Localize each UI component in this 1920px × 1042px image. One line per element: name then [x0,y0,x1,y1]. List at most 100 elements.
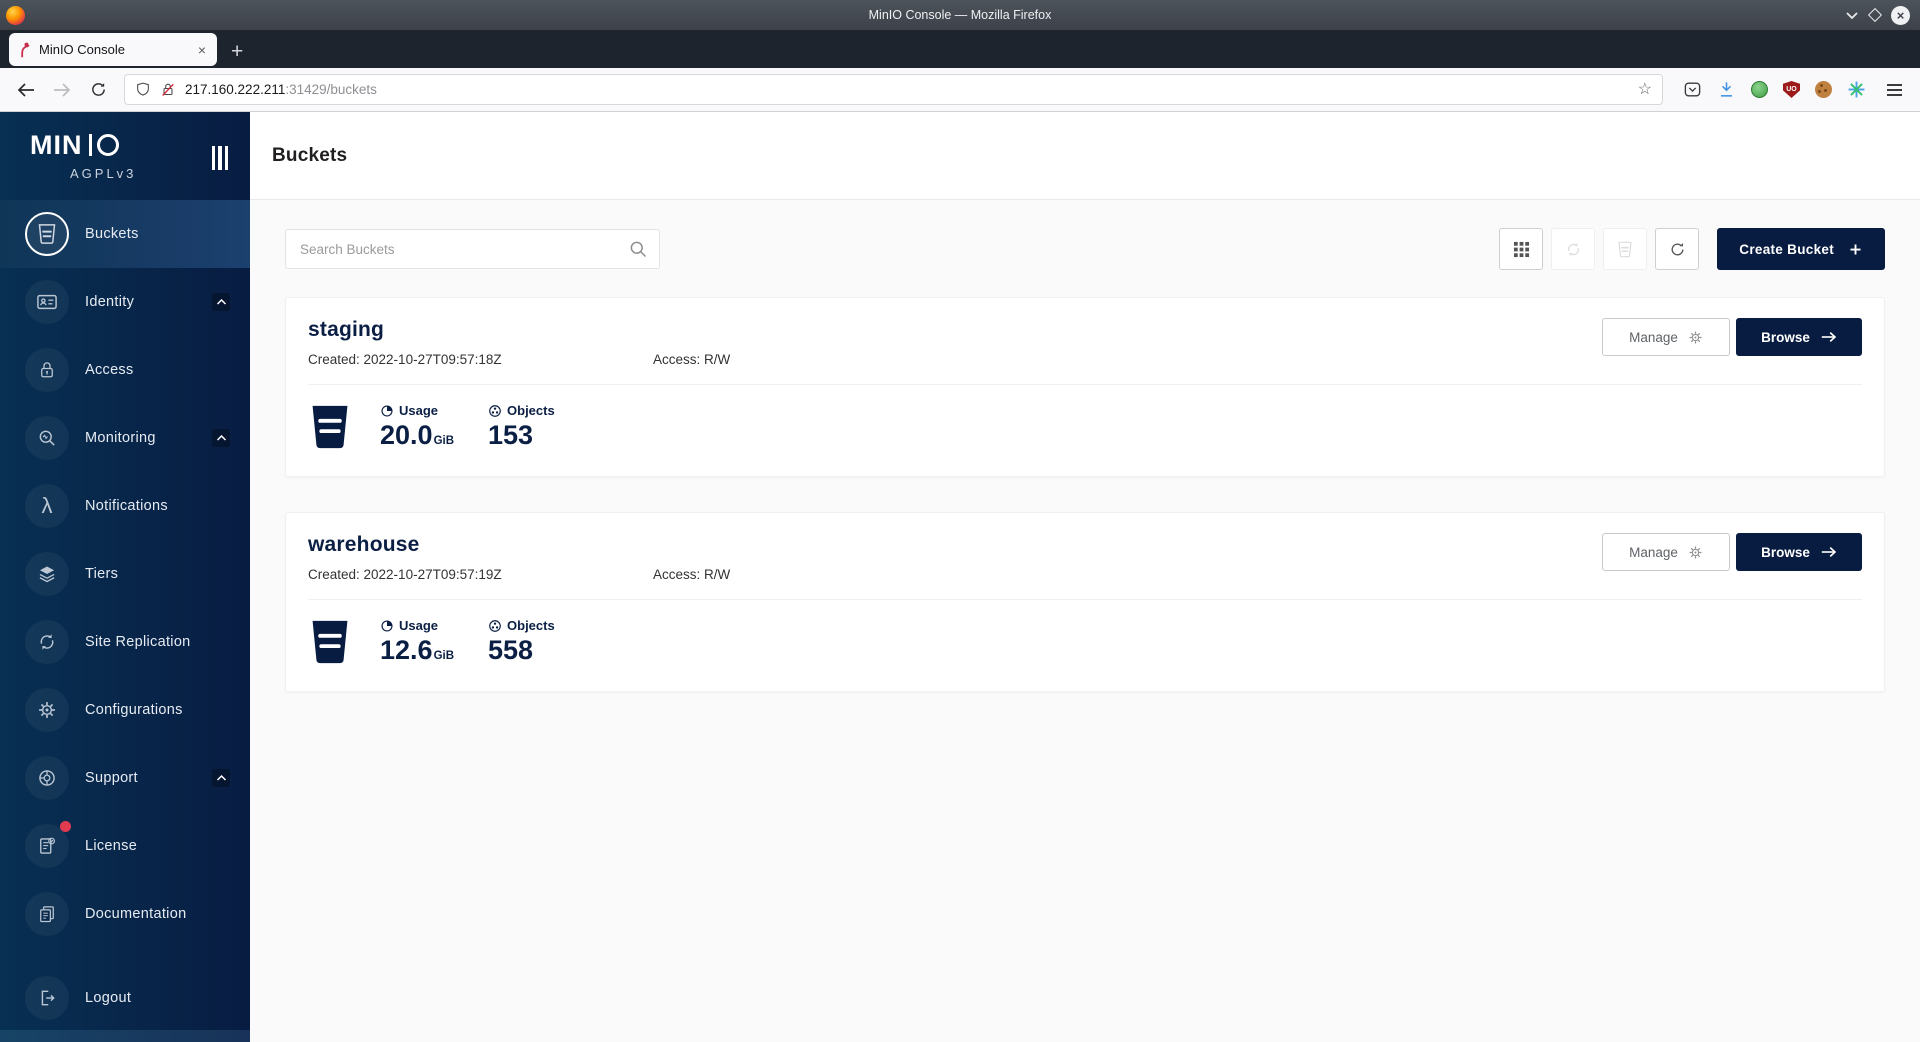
bucket-card-warehouse: warehouse Created: 2022-10-27T09:57:19Z … [285,512,1885,692]
arrow-right-icon [1821,546,1837,558]
bucket-icon [25,212,69,256]
cookie-extension-icon[interactable] [1815,81,1832,98]
lambda-icon: λ [25,484,69,528]
documentation-icon [25,892,69,936]
window-minimize-button[interactable] [1845,10,1859,20]
firefox-logo-icon [6,6,25,25]
ublock-origin-icon[interactable]: UO [1783,81,1800,98]
url-text: 217.160.222.211:31429/buckets [185,82,377,97]
arrow-right-icon [1821,331,1837,343]
sidebar-item-label: Site Replication [85,634,191,650]
tab-bar: MinIO Console × + [0,30,1920,68]
download-icon[interactable] [1717,80,1736,99]
usage-pie-icon [380,404,394,418]
menu-hamburger-icon[interactable] [1887,84,1902,96]
support-icon [25,756,69,800]
bucket-access-label: Access: R/W [653,352,730,367]
pocket-icon[interactable] [1683,80,1702,99]
sidebar-item-logout[interactable]: Logout [0,964,250,1032]
back-button[interactable] [12,76,40,104]
bucket-created-label: Created: 2022-10-27T09:57:18Z [308,352,653,367]
sidebar-item-site-replication[interactable]: Site Replication [0,608,250,676]
sidebar-item-access[interactable]: Access [0,336,250,404]
sidebar-item-label: Documentation [85,906,186,922]
grid-view-button[interactable] [1499,228,1543,270]
page-body: Create Bucket staging Created: 2022-10-2… [250,200,1920,1042]
create-bucket-button[interactable]: Create Bucket [1717,228,1885,270]
objects-stat: Objects 558 [488,618,555,666]
insecure-lock-icon[interactable] [160,81,176,98]
window-maximize-button[interactable] [1868,8,1882,22]
license-alert-dot [60,821,71,832]
bucket-access-label: Access: R/W [653,567,730,582]
tab-close-icon[interactable]: × [195,42,209,58]
window-title: MinIO Console — Mozilla Firefox [0,8,1920,22]
sidebar-item-label: Support [85,770,138,786]
search-input[interactable] [285,229,660,269]
bucket-card-staging: staging Created: 2022-10-27T09:57:18Z Ac… [285,297,1885,477]
chevron-up-icon[interactable] [212,429,230,447]
license-document-icon [25,824,69,868]
sidebar-item-label: Configurations [85,702,183,718]
plus-icon [1848,242,1863,257]
manage-button[interactable]: Manage [1602,533,1730,571]
privacy-badger-icon[interactable] [1751,81,1768,98]
snowflake-extension-icon[interactable] [1847,80,1866,99]
usage-value: 20.0 [380,420,433,450]
usage-stat: Usage 20.0GiB [380,403,454,451]
sidebar-item-label: Logout [85,990,131,1006]
sidebar-item-configurations[interactable]: Configurations [0,676,250,744]
browse-button[interactable]: Browse [1736,318,1862,356]
usage-stat: Usage 12.6GiB [380,618,454,666]
sidebar-item-label: Tiers [85,566,118,582]
sidebar-item-label: License [85,838,137,854]
sidebar-item-label: Notifications [85,498,168,514]
sidebar-item-notifications[interactable]: λ Notifications [0,472,250,540]
sidebar-item-documentation[interactable]: Documentation [0,880,250,948]
forward-button[interactable] [48,76,76,104]
browse-button[interactable]: Browse [1736,533,1862,571]
bookmark-star-icon[interactable]: ☆ [1638,82,1652,98]
objects-value: 153 [488,421,555,451]
os-titlebar: MinIO Console — Mozilla Firefox × [0,0,1920,30]
reload-button[interactable] [84,76,112,104]
objects-value: 558 [488,636,555,666]
url-bar[interactable]: 217.160.222.211:31429/buckets ☆ [124,74,1663,105]
refresh-button[interactable] [1655,228,1699,270]
sidebar-item-label: Monitoring [85,430,156,446]
tracking-shield-icon[interactable] [135,81,151,98]
chevron-up-icon[interactable] [212,293,230,311]
chevron-up-icon[interactable] [212,769,230,787]
sidebar: MIN AGPLv3 Buckets Identity [0,112,250,1042]
replication-arrows-icon [25,620,69,664]
delete-buckets-button[interactable] [1603,228,1647,270]
sidebar-item-identity[interactable]: Identity [0,268,250,336]
sidebar-item-label: Identity [85,294,134,310]
usage-pie-icon [380,619,394,633]
sidebar-bottom-strip [0,1030,250,1042]
manage-button[interactable]: Manage [1602,318,1730,356]
gear-icon [1688,545,1703,560]
lock-icon [25,348,69,392]
sidebar-item-tiers[interactable]: Tiers [0,540,250,608]
layers-icon [25,552,69,596]
set-replication-button[interactable] [1551,228,1595,270]
monitoring-magnifier-icon [25,416,69,460]
new-tab-button[interactable]: + [231,41,243,62]
bucket-icon [308,617,352,667]
sidebar-item-support[interactable]: Support [0,744,250,812]
objects-icon [488,619,502,633]
sidebar-collapse-button[interactable] [212,146,229,170]
tab-minio-console[interactable]: MinIO Console × [9,33,217,66]
tab-title: MinIO Console [39,42,187,57]
sidebar-item-label: Buckets [85,226,139,242]
bucket-icon [308,402,352,452]
search-icon [628,239,648,264]
sidebar-item-monitoring[interactable]: Monitoring [0,404,250,472]
sidebar-item-license[interactable]: License [0,812,250,880]
usage-unit: GiB [434,435,454,447]
page-header: Buckets [250,112,1920,200]
window-close-button[interactable]: × [1891,6,1910,25]
sidebar-item-buckets[interactable]: Buckets [0,200,250,268]
bucket-name: warehouse [308,533,730,557]
